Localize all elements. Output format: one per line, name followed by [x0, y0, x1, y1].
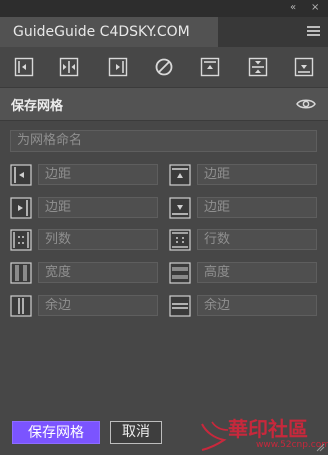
column-width-input[interactable]: 宽度	[38, 262, 158, 283]
guide-toolbar	[0, 47, 328, 87]
column-gutter-input[interactable]: 余边	[38, 295, 158, 316]
guide-top-button[interactable]	[200, 57, 220, 77]
guide-horizontal-midpoint-icon	[248, 57, 268, 77]
collapse-panel-icon[interactable]: «	[290, 2, 296, 14]
tab-guideguide[interactable]: GuideGuide C4DSKY.COM	[0, 17, 218, 47]
clear-guides-icon	[155, 58, 173, 76]
row-height-icon	[169, 262, 191, 284]
left-margin-input[interactable]: 边距	[38, 164, 158, 185]
grid-name-input[interactable]: 为网格命名	[10, 130, 317, 152]
section-title: 保存网格	[11, 99, 64, 114]
guide-right-icon	[108, 57, 128, 77]
bottom-margin-icon	[169, 197, 191, 219]
top-margin-input[interactable]: 边距	[197, 164, 317, 185]
cancel-button[interactable]: 取消	[110, 421, 162, 444]
right-margin-input[interactable]: 边距	[38, 197, 158, 218]
columns-input[interactable]: 列数	[38, 229, 158, 250]
guide-left-icon	[14, 57, 34, 77]
guide-horizontal-midpoint-button[interactable]	[248, 57, 268, 77]
save-grid-header: 保存网格	[0, 87, 328, 121]
guide-bottom-icon	[294, 57, 314, 77]
rows-input[interactable]: 行数	[197, 229, 317, 250]
column-gutter-icon	[10, 295, 32, 317]
columns-icon	[10, 229, 32, 251]
panel-menu-icon[interactable]	[307, 26, 320, 37]
row-gutter-icon	[169, 295, 191, 317]
resize-grip-icon[interactable]	[315, 442, 325, 452]
top-margin-icon	[169, 164, 191, 186]
tab-bar: GuideGuide C4DSKY.COM	[0, 17, 328, 47]
guide-right-button[interactable]	[108, 57, 128, 77]
right-margin-icon	[10, 197, 32, 219]
bottom-margin-input[interactable]: 边距	[197, 197, 317, 218]
close-panel-icon[interactable]: ×	[311, 2, 319, 14]
guide-bottom-button[interactable]	[294, 57, 314, 77]
panel-title-strip: « ×	[0, 0, 328, 17]
left-margin-icon	[10, 164, 32, 186]
watermark-text: 華印社區	[228, 417, 308, 441]
row-height-input[interactable]: 高度	[197, 262, 317, 283]
save-grid-button[interactable]: 保存网格	[12, 421, 100, 444]
guide-vertical-midpoint-icon	[59, 57, 79, 77]
guide-top-icon	[200, 57, 220, 77]
eye-icon[interactable]	[296, 97, 316, 111]
guide-left-button[interactable]	[14, 57, 34, 77]
column-width-icon	[10, 262, 32, 284]
rows-icon	[169, 229, 191, 251]
guide-vertical-midpoint-button[interactable]	[59, 57, 79, 77]
clear-guides-button[interactable]	[154, 57, 174, 77]
row-gutter-input[interactable]: 余边	[197, 295, 317, 316]
